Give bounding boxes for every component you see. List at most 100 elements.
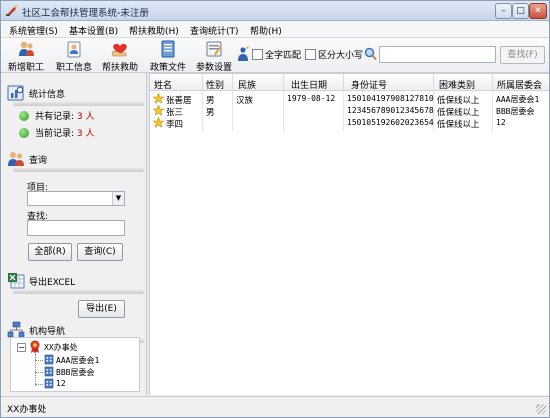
tree-connector: [35, 384, 43, 385]
chevron-down-icon[interactable]: ▼: [112, 192, 124, 205]
tree-connector: [35, 372, 43, 373]
column-separator[interactable]: [492, 74, 493, 91]
menu-help[interactable]: 帮助(H): [250, 24, 282, 37]
excel-icon: [8, 273, 25, 289]
menu-bar: 系统管理(S) 基本设置(B) 帮扶救助(H) 查询统计(T) 帮助(H): [1, 21, 549, 38]
minimize-button[interactable]: –: [495, 3, 512, 19]
policy-file-label: 政策文件: [149, 63, 186, 73]
add-worker-label: 新增职工: [7, 63, 44, 73]
worker-info-label: 职工信息: [55, 63, 92, 73]
stats-section-header: 统计信息: [5, 80, 146, 106]
total-records-label: 共有记录:: [35, 112, 75, 122]
column-header-ethnicity[interactable]: 民族: [238, 78, 256, 91]
cell-id-number: 123456789012345678: [347, 106, 434, 115]
collapse-toggle[interactable]: −: [17, 343, 26, 352]
find-button[interactable]: 查找(F): [500, 46, 545, 64]
column-header-category[interactable]: 困难类别: [439, 78, 475, 91]
building-icon: [44, 354, 54, 365]
search-input[interactable]: [379, 46, 496, 63]
settings-label: 参数设置: [195, 63, 232, 73]
current-records-row: 当前记录: 3 人: [19, 126, 95, 139]
tree-connector: [35, 360, 43, 361]
column-separator[interactable]: [433, 74, 434, 91]
cell-committee: BBB居委会: [496, 107, 535, 116]
menu-query-stats[interactable]: 查询统计(T): [190, 24, 239, 37]
check-icon: [19, 111, 29, 121]
column-header-name[interactable]: 姓名: [154, 78, 172, 91]
table-row[interactable]: 李四 150105192602023654 低保线以上 12: [150, 117, 549, 130]
menu-system[interactable]: 系统管理(S): [9, 24, 58, 37]
whole-word-label: 全字匹配: [265, 51, 302, 61]
cell-id-number: 150105192602023654: [347, 118, 434, 127]
query-divider: [13, 168, 144, 172]
all-button[interactable]: 全部(R): [28, 243, 72, 261]
close-button[interactable]: ✕: [529, 3, 547, 19]
column-header-id-number[interactable]: 身份证号: [351, 78, 387, 91]
case-sensitive-checkbox[interactable]: [305, 49, 316, 60]
export-title: 导出EXCEL: [29, 278, 76, 288]
stats-divider: [13, 102, 144, 106]
settings-icon: [206, 41, 222, 57]
column-separator[interactable]: [343, 74, 344, 91]
query-title: 查询: [29, 156, 48, 166]
query-button[interactable]: 查询(C): [77, 243, 123, 261]
export-button[interactable]: 导出(E): [78, 300, 125, 318]
total-records-value: 3 人: [76, 112, 95, 122]
menu-settings[interactable]: 基本设置(B): [69, 24, 118, 37]
tree-item-committee-aaa[interactable]: AAA居委会1: [56, 355, 99, 366]
assistance-label: 帮扶救助: [101, 63, 138, 73]
find-input[interactable]: [27, 220, 125, 236]
worker-table[interactable]: 姓名 性别 民族 出生日期 身份证号 困难类别 所属居委会 张善居 男 汉族 1…: [150, 73, 549, 395]
org-nav-title: 机构导航: [29, 327, 66, 337]
filter-person-icon: [238, 46, 249, 61]
current-records-label: 当前记录:: [35, 129, 75, 139]
magnifier-icon: [364, 47, 377, 61]
column-separator[interactable]: [202, 74, 203, 91]
total-records-row: 共有记录: 3 人: [19, 109, 95, 122]
maximize-button[interactable]: □: [512, 3, 529, 19]
whole-word-checkbox[interactable]: [252, 49, 263, 60]
worker-info-button[interactable]: 职工信息: [54, 40, 94, 73]
column-header-gender[interactable]: 性别: [206, 78, 224, 91]
current-records-value: 3 人: [76, 129, 95, 139]
table-header: 姓名 性别 民族 出生日期 身份证号 困难类别 所属居委会: [150, 74, 549, 91]
assistance-button[interactable]: 帮扶救助: [100, 40, 140, 73]
tree-connector: [35, 354, 36, 386]
worker-info-icon: [67, 41, 81, 58]
org-tree[interactable]: − XX办事处 AAA居委会1 BBB居委会 12: [10, 337, 140, 392]
policy-file-icon: [161, 40, 175, 58]
column-separator[interactable]: [232, 74, 233, 91]
office-ribbon-icon: [30, 340, 40, 354]
query-people-icon: [8, 152, 24, 166]
item-select[interactable]: ▼: [27, 191, 125, 206]
cell-committee: 12: [496, 118, 506, 127]
building-icon: [44, 378, 54, 389]
add-worker-button[interactable]: 新增职工: [6, 40, 46, 73]
tree-item-committee-bbb[interactable]: BBB居委会: [56, 367, 94, 378]
building-icon: [44, 366, 54, 377]
status-text: XX办事处: [7, 405, 47, 415]
export-section-header: 导出EXCEL: [5, 268, 146, 294]
cell-birth-date: 1979-08-12: [287, 94, 336, 103]
case-sensitive-label: 区分大小写: [318, 51, 364, 61]
policy-file-button[interactable]: 政策文件: [148, 40, 188, 73]
status-bar: XX办事处: [1, 396, 549, 417]
table-row[interactable]: 张善居 男 汉族 1979-08-12 150104197908127810 低…: [150, 93, 549, 106]
column-separator[interactable]: [283, 74, 284, 91]
window-title: 社区工会帮扶管理系统-未注册: [22, 8, 149, 19]
tree-item-committee-12[interactable]: 12: [56, 379, 66, 388]
add-worker-icon: [19, 41, 34, 56]
column-header-birth-date[interactable]: 出生日期: [291, 78, 327, 91]
table-row[interactable]: 张三 男 123456789012345678 低保线以上 BBB居委会: [150, 105, 549, 118]
resize-grip[interactable]: [536, 404, 546, 414]
settings-button[interactable]: 参数设置: [194, 40, 234, 73]
tree-root[interactable]: XX办事处: [44, 342, 78, 353]
menu-assistance[interactable]: 帮扶救助(H): [129, 24, 179, 37]
app-icon: [6, 5, 17, 16]
star-icon: [153, 93, 164, 104]
stats-icon: [7, 85, 24, 101]
cell-committee: AAA居委会1: [496, 95, 540, 104]
title-bar: 社区工会帮扶管理系统-未注册 – □ ✕: [1, 1, 549, 21]
column-header-committee[interactable]: 所属居委会: [497, 78, 542, 91]
assistance-icon: [111, 43, 127, 57]
